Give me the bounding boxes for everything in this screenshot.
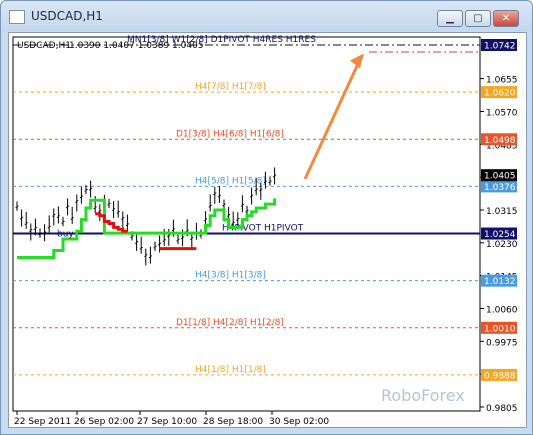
y-tick-label: 1.0655 bbox=[486, 76, 518, 86]
maximize-button[interactable]: ▢ bbox=[465, 10, 491, 27]
minimize-button[interactable]: ▁ bbox=[437, 10, 463, 27]
level-label: D1[1/8] H4[2/8] H1[2/8] bbox=[176, 318, 284, 328]
x-tick-label: 22 Sep 2011 bbox=[14, 417, 71, 427]
price-tag-text: 1.0254 bbox=[484, 230, 516, 240]
x-tick-label: 30 Sep 02:00 bbox=[269, 417, 329, 427]
x-tick-label: 27 Sep 10:00 bbox=[137, 417, 197, 427]
window-titlebar[interactable]: USDCAD,H1 ▁ ▢ ✕ bbox=[1, 1, 532, 31]
level-label: H4[7/8] H1[7/8] bbox=[195, 82, 266, 92]
level-label: H4[3/8] H1[3/8] bbox=[195, 271, 266, 281]
price-tag-text: 1.0010 bbox=[484, 324, 516, 334]
watermark-logo: RoboForex bbox=[381, 386, 465, 405]
x-tick-label: 28 Sep 18:00 bbox=[203, 417, 263, 427]
y-tick-label: 1.0230 bbox=[486, 240, 518, 250]
window-title: USDCAD,H1 bbox=[31, 9, 103, 23]
price-chart[interactable]: 1.06551.05701.04851.04001.03151.02301.01… bbox=[9, 33, 526, 427]
y-tick-label: 0.9805 bbox=[486, 404, 518, 414]
y-tick-label: 1.0315 bbox=[486, 207, 518, 217]
price-tag-text: 1.0498 bbox=[484, 136, 516, 146]
chart-area[interactable]: 1.06551.05701.04851.04001.03151.02301.01… bbox=[8, 32, 527, 428]
chart-symbol-label: USDCAD,H1 bbox=[17, 41, 71, 51]
price-tag-text: 1.0376 bbox=[484, 183, 516, 193]
y-tick-label: 1.0570 bbox=[486, 108, 518, 118]
y-tick-label: 0.9975 bbox=[486, 338, 518, 348]
level-label: MN1[3/8] W1[2/8] D1PIVOT H4RES H1RES bbox=[127, 35, 316, 45]
level-label: H4[5/8] H1[5/8] bbox=[195, 176, 266, 186]
buy-label: buy bbox=[57, 230, 74, 240]
current-price-tag-text: 1.0405 bbox=[484, 172, 516, 182]
x-tick-label: 26 Sep 02:00 bbox=[74, 417, 134, 427]
level-label: D1[3/8] H4[6/8] H1[6/8] bbox=[176, 129, 284, 139]
chart-window: USDCAD,H1 ▁ ▢ ✕ 1.06551.05701.04851.0400… bbox=[0, 0, 533, 435]
chart-window-icon bbox=[9, 10, 25, 24]
y-tick-label: 1.0060 bbox=[486, 305, 518, 315]
price-tag-text: 1.0132 bbox=[484, 277, 516, 287]
price-tag-text: 1.0620 bbox=[484, 89, 516, 99]
close-button[interactable]: ✕ bbox=[493, 10, 519, 27]
price-tag-text: 1.0742 bbox=[484, 42, 516, 52]
level-label: H4[1/8] H1[1/8] bbox=[195, 365, 266, 375]
price-tag-text: 0.9888 bbox=[484, 371, 516, 381]
